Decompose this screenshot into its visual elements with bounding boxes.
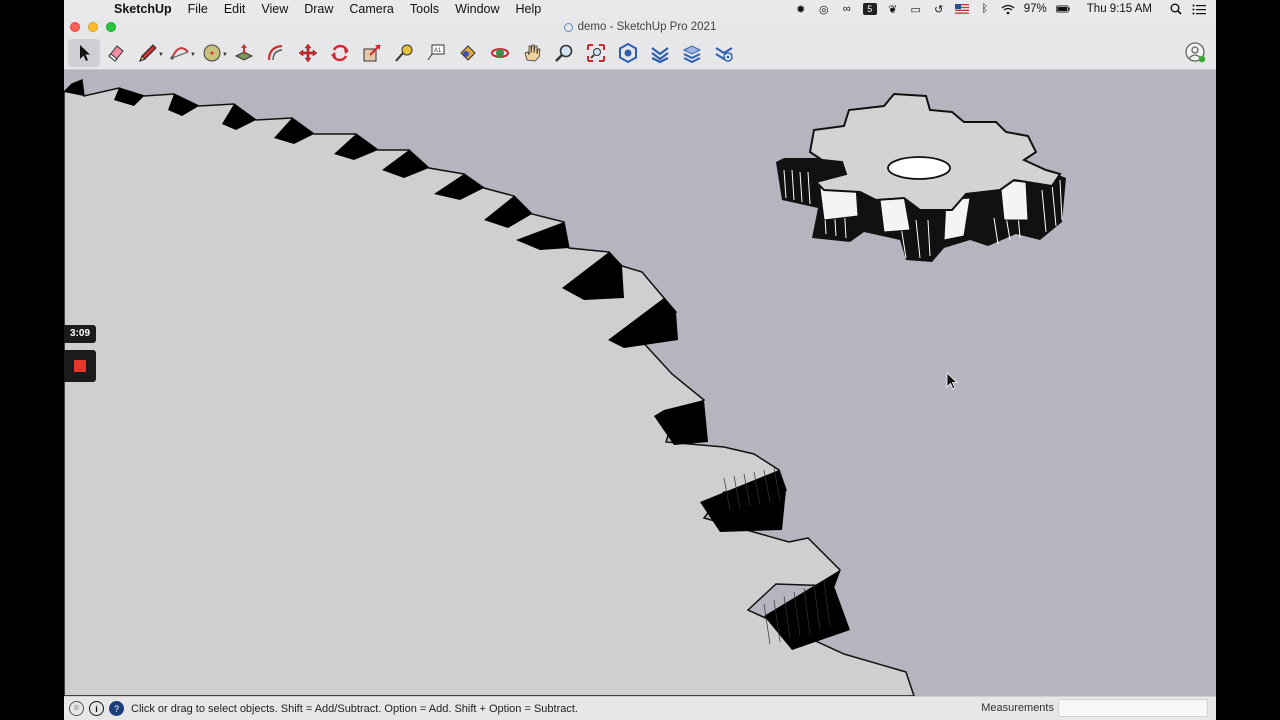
window-zoom-button[interactable]	[106, 22, 116, 32]
small-gear[interactable]	[776, 92, 1066, 262]
statusbar: ⌾ i ? Click or drag to select objects. S…	[64, 696, 1216, 720]
spotlight-search-icon[interactable]	[1169, 3, 1183, 15]
zoom-extents-tool-button[interactable]	[580, 39, 612, 67]
3d-warehouse-button[interactable]	[612, 39, 644, 67]
measurements-label: Measurements	[981, 702, 1054, 714]
extension-manager-icon	[715, 46, 733, 62]
us-flag-icon[interactable]	[954, 3, 969, 15]
line-tool-button[interactable]: ▼	[132, 39, 164, 67]
window-title: demo - SketchUp Pro 2021	[577, 21, 717, 33]
push-pull-icon	[234, 43, 254, 61]
menu-edit[interactable]: Edit	[216, 0, 254, 18]
measurements-input[interactable]	[1058, 699, 1208, 717]
recording-timer: 3:09	[64, 325, 96, 343]
layout-button[interactable]	[676, 39, 708, 67]
extension-manager-button[interactable]	[708, 39, 740, 67]
account-profile-button[interactable]	[1184, 41, 1208, 65]
arc-icon	[170, 46, 189, 60]
tape-measure-tool-button[interactable]	[388, 39, 420, 67]
user-account-icon[interactable]: ?	[109, 701, 124, 716]
pencil-icon	[139, 43, 157, 62]
battery-percent: 97%	[1023, 3, 1047, 15]
mouse-cursor-icon	[946, 372, 959, 390]
menu-app-name[interactable]: SketchUp	[106, 0, 180, 18]
link-icon[interactable]: ∞	[840, 3, 854, 15]
small-gear-bore-hole	[887, 156, 951, 180]
arc-tool-button[interactable]: ▼	[164, 39, 196, 67]
paint-bucket-tool-button[interactable]	[452, 39, 484, 67]
time-machine-icon[interactable]: ↺	[932, 3, 946, 16]
scale-tool-button[interactable]	[356, 39, 388, 67]
notification-center-icon[interactable]	[1192, 3, 1206, 15]
window-minimize-button[interactable]	[88, 22, 98, 32]
offset-icon	[267, 44, 283, 60]
geolocation-icon[interactable]: ⌾	[69, 701, 84, 716]
window-title-group: demo - SketchUp Pro 2021	[563, 18, 717, 36]
select-tool-button[interactable]	[68, 38, 100, 67]
paint-bucket-icon	[460, 44, 476, 61]
clock[interactable]: Thu 9:15 AM	[1087, 3, 1152, 15]
model-scene	[64, 78, 1066, 696]
push-pull-tool-button[interactable]	[228, 39, 260, 67]
menu-draw[interactable]: Draw	[296, 0, 341, 18]
stop-square-icon	[74, 360, 86, 372]
menubar-status-area: ✹ ◎ ∞ 5 ❦ ▭ ↺ ᛒ 97% Thu 9:15 AM	[794, 0, 1206, 18]
menu-window[interactable]: Window	[447, 0, 507, 18]
layout-send-icon	[682, 44, 702, 63]
text-tool-button[interactable]: A1	[420, 39, 452, 67]
screen: SketchUp File Edit View Draw Camera Tool…	[64, 0, 1216, 720]
wifi-icon[interactable]	[1001, 3, 1015, 15]
status-hint-text: Click or drag to select objects. Shift =…	[131, 702, 578, 715]
creative-cloud-icon[interactable]: ◎	[817, 3, 831, 16]
extension-warehouse-button[interactable]	[644, 39, 676, 67]
user-profile-icon	[1185, 42, 1206, 63]
menu-file[interactable]: File	[180, 0, 216, 18]
menu-help[interactable]: Help	[508, 0, 550, 18]
pan-tool-button[interactable]	[516, 39, 548, 67]
zoom-extents-icon	[587, 43, 605, 62]
credits-info-icon[interactable]: i	[89, 701, 104, 716]
magnifier-icon	[555, 44, 573, 62]
circle-shape-icon	[203, 44, 221, 61]
document-icon	[563, 22, 573, 32]
move-tool-button[interactable]	[292, 39, 324, 67]
rotate-tool-button[interactable]	[324, 39, 356, 67]
menu-tools[interactable]: Tools	[402, 0, 447, 18]
evernote-icon[interactable]: ❦	[886, 3, 900, 16]
offset-tool-button[interactable]	[260, 39, 292, 67]
text-label-icon: A1	[427, 44, 445, 60]
stop-recording-button[interactable]	[64, 350, 96, 382]
airplay-icon[interactable]: ▭	[909, 3, 923, 16]
eraser-icon	[108, 44, 124, 62]
select-arrow-icon	[80, 44, 90, 61]
orbit-icon	[491, 47, 509, 58]
toolbar: ▼ ▼ ▼ A1	[64, 36, 1216, 70]
rotate-icon	[331, 44, 349, 61]
modeling-viewport[interactable]: 3:09	[64, 70, 1216, 696]
menubar: SketchUp File Edit View Draw Camera Tool…	[64, 0, 1216, 18]
zoom-tool-button[interactable]	[548, 39, 580, 67]
orbit-tool-button[interactable]	[484, 39, 516, 67]
shapes-tool-button[interactable]: ▼	[196, 39, 228, 67]
move-arrows-icon	[298, 43, 318, 62]
gear-icon[interactable]: ✹	[794, 3, 808, 16]
bluetooth-icon[interactable]: ᛒ	[978, 3, 992, 15]
scale-icon	[363, 43, 381, 61]
pan-hand-icon	[524, 44, 541, 61]
menu-camera[interactable]: Camera	[341, 0, 401, 18]
window-close-button[interactable]	[70, 22, 80, 32]
window-titlebar: demo - SketchUp Pro 2021	[64, 18, 1216, 36]
eraser-tool-button[interactable]	[100, 39, 132, 67]
five-icon[interactable]: 5	[862, 3, 877, 15]
tape-measure-icon	[395, 44, 413, 62]
battery-icon[interactable]	[1055, 3, 1070, 15]
menu-view[interactable]: View	[253, 0, 296, 18]
svg-text:A1: A1	[434, 48, 442, 54]
warehouse-icon	[619, 42, 637, 63]
extension-warehouse-icon	[651, 46, 669, 63]
